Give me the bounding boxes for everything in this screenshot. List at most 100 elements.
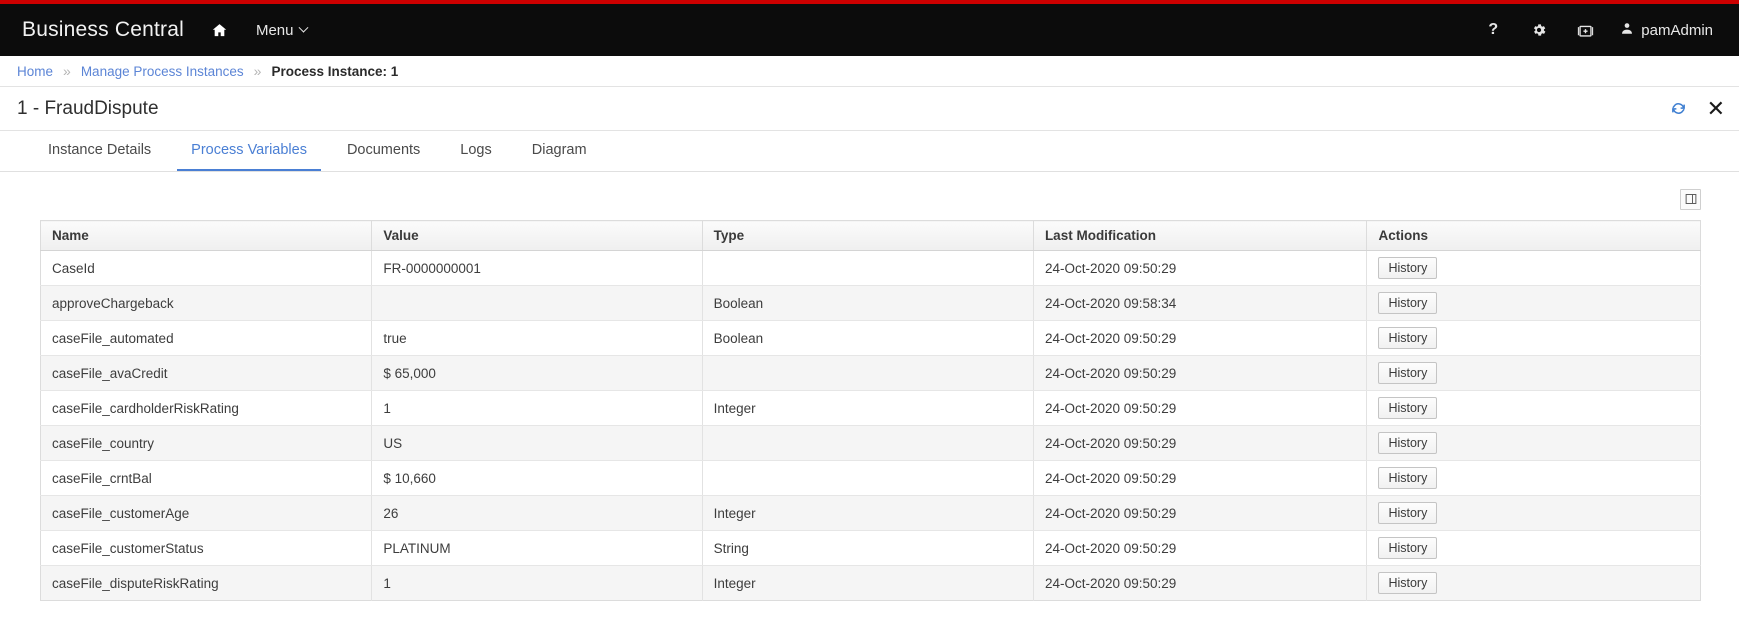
cell-type: String bbox=[702, 531, 1033, 566]
briefcase-icon[interactable] bbox=[1562, 4, 1608, 56]
tab-label: Process Variables bbox=[191, 142, 307, 158]
table-row: caseFile_crntBal $ 10,660 24-Oct-2020 09… bbox=[41, 461, 1701, 496]
history-button[interactable]: History bbox=[1378, 257, 1437, 279]
user-menu[interactable]: pamAdmin bbox=[1608, 4, 1719, 56]
cell-name: caseFile_customerStatus bbox=[41, 531, 372, 566]
column-header-name[interactable]: Name bbox=[41, 221, 372, 251]
cell-last-modification: 24-Oct-2020 09:50:29 bbox=[1033, 566, 1367, 601]
cell-value: PLATINUM bbox=[372, 531, 702, 566]
navbar-right-group: ? pamAdmin bbox=[1470, 4, 1719, 56]
cell-type: Integer bbox=[702, 496, 1033, 531]
history-button[interactable]: History bbox=[1378, 502, 1437, 524]
cell-actions: History bbox=[1367, 566, 1701, 601]
columns-icon[interactable] bbox=[1680, 189, 1701, 210]
cell-name: caseFile_disputeRiskRating bbox=[41, 566, 372, 601]
history-button[interactable]: History bbox=[1378, 397, 1437, 419]
cell-last-modification: 24-Oct-2020 09:50:29 bbox=[1033, 391, 1367, 426]
breadcrumb-separator: » bbox=[254, 63, 262, 79]
history-button[interactable]: History bbox=[1378, 467, 1437, 489]
table-row: CaseId FR-0000000001 24-Oct-2020 09:50:2… bbox=[41, 251, 1701, 286]
cell-last-modification: 24-Oct-2020 09:50:29 bbox=[1033, 426, 1367, 461]
cell-last-modification: 24-Oct-2020 09:50:29 bbox=[1033, 496, 1367, 531]
gear-icon[interactable] bbox=[1516, 4, 1562, 56]
tab-documents[interactable]: Documents bbox=[333, 131, 434, 171]
cell-name: caseFile_avaCredit bbox=[41, 356, 372, 391]
cell-type: Integer bbox=[702, 566, 1033, 601]
breadcrumb-separator: » bbox=[63, 63, 71, 79]
cell-last-modification: 24-Oct-2020 09:50:29 bbox=[1033, 356, 1367, 391]
cell-value: 1 bbox=[372, 391, 702, 426]
cell-name: caseFile_cardholderRiskRating bbox=[41, 391, 372, 426]
history-button[interactable]: History bbox=[1378, 292, 1437, 314]
cell-name: approveChargeback bbox=[41, 286, 372, 321]
table-head: Name Value Type Last Modification Action… bbox=[41, 221, 1701, 251]
cell-value: true bbox=[372, 321, 702, 356]
breadcrumb-current: Process Instance: 1 bbox=[271, 64, 398, 79]
cell-actions: History bbox=[1367, 531, 1701, 566]
table-row: caseFile_customerAge 26 Integer 24-Oct-2… bbox=[41, 496, 1701, 531]
cell-name: caseFile_customerAge bbox=[41, 496, 372, 531]
tab-diagram[interactable]: Diagram bbox=[518, 131, 601, 171]
history-button[interactable]: History bbox=[1378, 572, 1437, 594]
close-icon[interactable]: ✕ bbox=[1707, 98, 1725, 120]
cell-type: Boolean bbox=[702, 321, 1033, 356]
cell-last-modification: 24-Oct-2020 09:50:29 bbox=[1033, 321, 1367, 356]
cell-value: FR-0000000001 bbox=[372, 251, 702, 286]
navbar-left-group: Business Central Menu bbox=[14, 4, 323, 56]
cell-actions: History bbox=[1367, 251, 1701, 286]
history-button[interactable]: History bbox=[1378, 537, 1437, 559]
cell-name: CaseId bbox=[41, 251, 372, 286]
cell-actions: History bbox=[1367, 461, 1701, 496]
page-title-bar: 1 - FraudDispute ✕ bbox=[0, 87, 1739, 131]
history-button[interactable]: History bbox=[1378, 432, 1437, 454]
tab-bar: Instance Details Process Variables Docum… bbox=[0, 131, 1739, 172]
history-button[interactable]: History bbox=[1378, 362, 1437, 384]
column-header-value[interactable]: Value bbox=[372, 221, 702, 251]
user-name: pamAdmin bbox=[1641, 22, 1713, 39]
table-body: CaseId FR-0000000001 24-Oct-2020 09:50:2… bbox=[41, 251, 1701, 601]
cell-name: caseFile_country bbox=[41, 426, 372, 461]
cell-actions: History bbox=[1367, 496, 1701, 531]
tab-label: Documents bbox=[347, 142, 420, 158]
menu-dropdown[interactable]: Menu bbox=[240, 4, 324, 56]
history-button[interactable]: History bbox=[1378, 327, 1437, 349]
table-row: caseFile_country US 24-Oct-2020 09:50:29… bbox=[41, 426, 1701, 461]
page-title-actions: ✕ bbox=[1670, 98, 1725, 120]
process-variables-table: Name Value Type Last Modification Action… bbox=[40, 220, 1701, 601]
cell-value: $ 10,660 bbox=[372, 461, 702, 496]
home-icon[interactable] bbox=[200, 4, 240, 56]
cell-type bbox=[702, 461, 1033, 496]
tab-process-variables[interactable]: Process Variables bbox=[177, 131, 321, 171]
table-row: approveChargeback Boolean 24-Oct-2020 09… bbox=[41, 286, 1701, 321]
table-row: caseFile_automated true Boolean 24-Oct-2… bbox=[41, 321, 1701, 356]
tab-instance-details[interactable]: Instance Details bbox=[34, 131, 165, 171]
cell-name: caseFile_automated bbox=[41, 321, 372, 356]
table-toolbar bbox=[40, 186, 1701, 212]
cell-value: 26 bbox=[372, 496, 702, 531]
column-header-last-modification[interactable]: Last Modification bbox=[1033, 221, 1367, 251]
cell-type: Integer bbox=[702, 391, 1033, 426]
menu-label: Menu bbox=[256, 22, 294, 39]
breadcrumb-manage-process-instances[interactable]: Manage Process Instances bbox=[81, 64, 244, 79]
tab-label: Logs bbox=[460, 142, 491, 158]
page-title: 1 - FraudDispute bbox=[17, 98, 159, 120]
column-header-type[interactable]: Type bbox=[702, 221, 1033, 251]
table-row: caseFile_disputeRiskRating 1 Integer 24-… bbox=[41, 566, 1701, 601]
breadcrumb-home[interactable]: Home bbox=[17, 64, 53, 79]
cell-type: Boolean bbox=[702, 286, 1033, 321]
table-row: caseFile_avaCredit $ 65,000 24-Oct-2020 … bbox=[41, 356, 1701, 391]
cell-last-modification: 24-Oct-2020 09:58:34 bbox=[1033, 286, 1367, 321]
question-mark-icon[interactable]: ? bbox=[1470, 4, 1516, 56]
refresh-icon[interactable] bbox=[1670, 100, 1687, 117]
cell-value bbox=[372, 286, 702, 321]
cell-type bbox=[702, 251, 1033, 286]
table-header-row: Name Value Type Last Modification Action… bbox=[41, 221, 1701, 251]
tab-logs[interactable]: Logs bbox=[446, 131, 505, 171]
top-navbar: Business Central Menu ? bbox=[0, 4, 1739, 56]
cell-actions: History bbox=[1367, 391, 1701, 426]
cell-name: caseFile_crntBal bbox=[41, 461, 372, 496]
table-row: caseFile_customerStatus PLATINUM String … bbox=[41, 531, 1701, 566]
column-header-actions: Actions bbox=[1367, 221, 1701, 251]
app-brand[interactable]: Business Central bbox=[14, 18, 200, 42]
cell-last-modification: 24-Oct-2020 09:50:29 bbox=[1033, 251, 1367, 286]
